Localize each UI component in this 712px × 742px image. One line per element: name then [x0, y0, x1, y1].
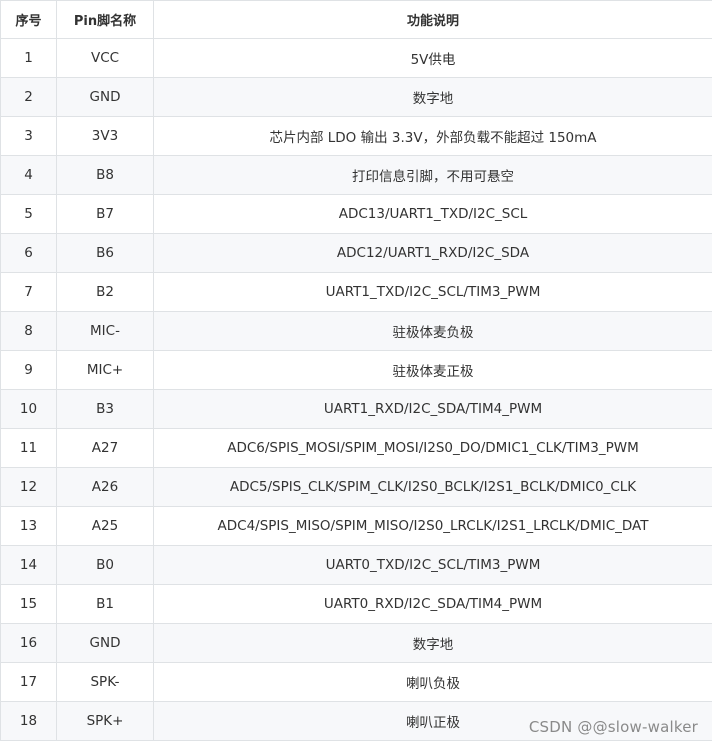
cell-index: 18	[0, 701, 57, 741]
cell-function: 芯片内部 LDO 输出 3.3V，外部负载不能超过 150mA	[153, 116, 712, 156]
cell-pin-name: SPK-	[56, 662, 154, 702]
cell-pin-name: B8	[56, 155, 154, 195]
cell-pin-name: B0	[56, 545, 154, 585]
cell-pin-name: GND	[56, 77, 154, 117]
pin-table: 序号 Pin脚名称 功能说明 1 VCC 5V供电 2 GND 数字地 3 3V3 芯片内部 L…	[0, 0, 712, 741]
header-row: 序号 Pin脚名称 功能说明	[0, 0, 712, 39]
cell-index: 6	[0, 233, 57, 273]
cell-function: UART1_TXD/I2C_SCL/TIM3_PWM	[153, 272, 712, 312]
table-row: 13 A25 ADC4/SPIS_MISO/SPIM_MISO/I2S0_LRCLK…	[0, 506, 712, 546]
cell-function: 数字地	[153, 623, 712, 663]
cell-pin-name: B1	[56, 584, 154, 624]
table-row: 12 A26 ADC5/SPIS_CLK/SPIM_CLK/I2S0_BCLK/I2…	[0, 467, 712, 507]
table-row: 5 B7 ADC13/UART1_TXD/I2C_SCL	[0, 194, 712, 234]
cell-function: ADC6/SPIS_MOSI/SPIM_MOSI/I2S0_DO/DMIC1_C…	[153, 428, 712, 468]
cell-function: ADC12/UART1_RXD/I2C_SDA	[153, 233, 712, 273]
cell-index: 10	[0, 389, 57, 429]
cell-index: 1	[0, 38, 57, 78]
cell-pin-name: SPK+	[56, 701, 154, 741]
table-row: 9 MIC+ 驻极体麦正极	[0, 350, 712, 390]
header-function: 功能说明	[153, 0, 712, 39]
table-row: 4 B8 打印信息引脚，不用可悬空	[0, 155, 712, 195]
table-row: 14 B0 UART0_TXD/I2C_SCL/TIM3_PWM	[0, 545, 712, 585]
cell-function: 喇叭负极	[153, 662, 712, 702]
cell-pin-name: A26	[56, 467, 154, 507]
cell-index: 14	[0, 545, 57, 585]
table-row: 2 GND 数字地	[0, 77, 712, 117]
cell-index: 17	[0, 662, 57, 702]
cell-pin-name: B2	[56, 272, 154, 312]
cell-pin-name: VCC	[56, 38, 154, 78]
cell-pin-name: MIC-	[56, 311, 154, 351]
table-header: 序号 Pin脚名称 功能说明	[0, 0, 712, 39]
header-index: 序号	[0, 0, 57, 39]
table-row: 1 VCC 5V供电	[0, 38, 712, 78]
table-row: 17 SPK- 喇叭负极	[0, 662, 712, 702]
header-pin-name: Pin脚名称	[56, 0, 154, 39]
cell-function: 驻极体麦负极	[153, 311, 712, 351]
table-row: 8 MIC- 驻极体麦负极	[0, 311, 712, 351]
table-body: 1 VCC 5V供电 2 GND 数字地 3 3V3 芯片内部 LDO 输出 3.3V，外部负载…	[0, 38, 712, 741]
cell-function: ADC4/SPIS_MISO/SPIM_MISO/I2S0_LRCLK/I2S1…	[153, 506, 712, 546]
cell-pin-name: MIC+	[56, 350, 154, 390]
cell-pin-name: A25	[56, 506, 154, 546]
cell-index: 13	[0, 506, 57, 546]
cell-function: 打印信息引脚，不用可悬空	[153, 155, 712, 195]
cell-index: 12	[0, 467, 57, 507]
table-row: 11 A27 ADC6/SPIS_MOSI/SPIM_MOSI/I2S0_DO/DM…	[0, 428, 712, 468]
cell-index: 5	[0, 194, 57, 234]
cell-pin-name: A27	[56, 428, 154, 468]
table-row: 10 B3 UART1_RXD/I2C_SDA/TIM4_PWM	[0, 389, 712, 429]
cell-index: 8	[0, 311, 57, 351]
cell-pin-name: GND	[56, 623, 154, 663]
cell-index: 4	[0, 155, 57, 195]
table-row: 7 B2 UART1_TXD/I2C_SCL/TIM3_PWM	[0, 272, 712, 312]
cell-index: 2	[0, 77, 57, 117]
table-row: 3 3V3 芯片内部 LDO 输出 3.3V，外部负载不能超过 150mA	[0, 116, 712, 156]
cell-pin-name: B6	[56, 233, 154, 273]
cell-index: 11	[0, 428, 57, 468]
cell-index: 16	[0, 623, 57, 663]
cell-function: ADC13/UART1_TXD/I2C_SCL	[153, 194, 712, 234]
cell-pin-name: 3V3	[56, 116, 154, 156]
cell-function: 数字地	[153, 77, 712, 117]
cell-index: 9	[0, 350, 57, 390]
table-row: 6 B6 ADC12/UART1_RXD/I2C_SDA	[0, 233, 712, 273]
cell-pin-name: B7	[56, 194, 154, 234]
watermark: CSDN @@slow-walker	[528, 718, 698, 736]
cell-function: 驻极体麦正极	[153, 350, 712, 390]
table-row: 15 B1 UART0_RXD/I2C_SDA/TIM4_PWM	[0, 584, 712, 624]
cell-pin-name: B3	[56, 389, 154, 429]
cell-function: UART0_RXD/I2C_SDA/TIM4_PWM	[153, 584, 712, 624]
cell-function: UART0_TXD/I2C_SCL/TIM3_PWM	[153, 545, 712, 585]
table-row: 16 GND 数字地	[0, 623, 712, 663]
cell-index: 3	[0, 116, 57, 156]
cell-function: UART1_RXD/I2C_SDA/TIM4_PWM	[153, 389, 712, 429]
cell-index: 15	[0, 584, 57, 624]
cell-function: ADC5/SPIS_CLK/SPIM_CLK/I2S0_BCLK/I2S1_BC…	[153, 467, 712, 507]
cell-index: 7	[0, 272, 57, 312]
cell-function: 5V供电	[153, 38, 712, 78]
